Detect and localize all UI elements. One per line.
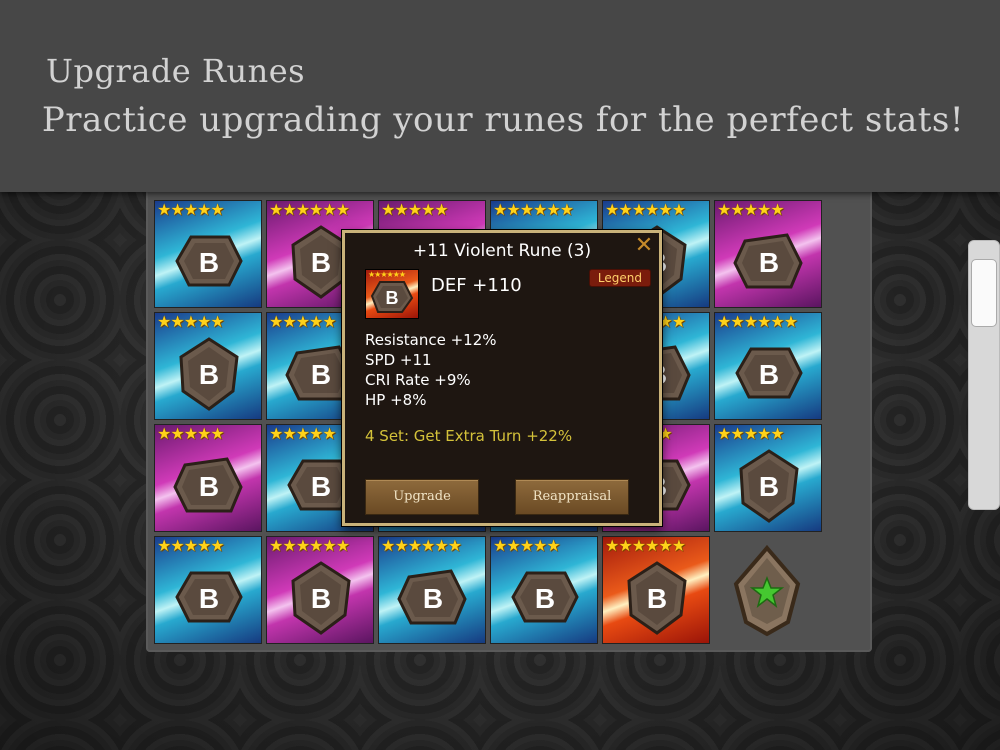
rune-icon: B <box>731 223 807 299</box>
rune-star-rating: ★★★★★★ <box>269 536 350 555</box>
rune-star-rating: ★★★★★ <box>157 312 225 331</box>
sub-stat: SPD +11 <box>365 351 432 369</box>
svg-text:B: B <box>311 471 331 502</box>
svg-text:B: B <box>199 247 219 278</box>
empty-rune-slot[interactable] <box>714 536 820 642</box>
rune-star-rating: ★★★★★★ <box>605 200 686 219</box>
banner-subtitle: Practice upgrading your runes for the pe… <box>41 100 964 140</box>
svg-text:B: B <box>199 359 219 390</box>
rune-slot[interactable]: ★★★★★ B <box>714 424 822 532</box>
grade-badge: Legend <box>588 269 651 287</box>
rune-icon: B <box>731 447 807 523</box>
rune-slot[interactable]: ★★★★★★ B <box>714 312 822 420</box>
rune-star-rating: ★★★★★★ <box>493 200 574 219</box>
rune-icon: B <box>283 559 359 635</box>
rune-star-rating: ★★★★★ <box>381 200 449 219</box>
svg-text:B: B <box>647 583 667 614</box>
svg-text:B: B <box>386 288 399 308</box>
sub-stat: CRI Rate +9% <box>365 371 471 389</box>
header-banner: Upgrade Runes Practice upgrading your ru… <box>0 0 1000 192</box>
rune-detail-popup: +11 Violent Rune (3) ✕ ★★★★★★ B DEF +110… <box>342 230 662 526</box>
rune-icon: B <box>619 559 695 635</box>
rune-star-rating: ★★★★★ <box>717 424 785 443</box>
svg-text:B: B <box>311 247 331 278</box>
rune-icon: B <box>370 281 414 313</box>
sub-stat: Resistance +12% <box>365 331 497 349</box>
rune-slot[interactable]: ★★★★★★ B <box>378 536 486 644</box>
rune-icon: B <box>171 335 247 411</box>
close-icon[interactable]: ✕ <box>633 235 655 257</box>
inventory-scrollbar[interactable] <box>968 240 1000 510</box>
rune-star-rating: ★★★★★★ <box>269 200 350 219</box>
rune-star-rating: ★★★★★ <box>157 200 225 219</box>
rune-slot[interactable]: ★★★★★ B <box>154 424 262 532</box>
rune-star-rating: ★★★★★ <box>717 200 785 219</box>
rune-star-rating: ★★★★★★ <box>605 536 686 555</box>
rune-slot[interactable]: ★★★★★ B <box>154 312 262 420</box>
svg-text:B: B <box>423 583 443 614</box>
svg-text:B: B <box>199 583 219 614</box>
svg-text:B: B <box>759 247 779 278</box>
rune-icon: B <box>171 223 247 299</box>
rune-thumbnail: ★★★★★★ B <box>365 269 419 319</box>
banner-title: Upgrade Runes <box>46 52 306 90</box>
rune-star-rating: ★★★★★ <box>269 312 337 331</box>
set-bonus: 4 Set: Get Extra Turn +22% <box>365 427 573 445</box>
rune-slot[interactable]: ★★★★★★ B <box>602 536 710 644</box>
upgrade-button[interactable]: Upgrade <box>365 479 479 515</box>
rune-star-rating: ★★★★★ <box>269 424 337 443</box>
reappraisal-button[interactable]: Reappraisal <box>515 479 629 515</box>
rune-icon: B <box>171 447 247 523</box>
rune-star-rating: ★★★★★ <box>157 424 225 443</box>
rune-icon: B <box>507 559 583 635</box>
svg-text:B: B <box>759 359 779 390</box>
rune-title: +11 Violent Rune (3) <box>412 241 592 261</box>
rune-slot[interactable]: ★★★★★ B <box>154 200 262 308</box>
star-icon <box>733 544 801 637</box>
rune-star-rating: ★★★★★★ <box>717 312 798 331</box>
rune-icon: B <box>171 559 247 635</box>
rune-slot[interactable]: ★★★★★★ B <box>266 536 374 644</box>
scrollbar-thumb[interactable] <box>971 259 997 327</box>
rune-slot[interactable]: ★★★★★ B <box>154 536 262 644</box>
sub-stat: HP +8% <box>365 391 427 409</box>
rune-slot[interactable]: ★★★★★ B <box>714 200 822 308</box>
rune-slot[interactable]: ★★★★★ B <box>490 536 598 644</box>
svg-text:B: B <box>759 471 779 502</box>
rune-icon: B <box>395 559 471 635</box>
svg-text:B: B <box>199 471 219 502</box>
svg-text:B: B <box>311 359 331 390</box>
rune-star-rating: ★★★★★★ <box>381 536 462 555</box>
main-stat: DEF +110 <box>431 275 522 296</box>
rune-star-rating: ★★★★★ <box>157 536 225 555</box>
svg-text:B: B <box>311 583 331 614</box>
rune-star-rating: ★★★★★ <box>493 536 561 555</box>
rune-icon: B <box>731 335 807 411</box>
svg-text:B: B <box>535 583 555 614</box>
